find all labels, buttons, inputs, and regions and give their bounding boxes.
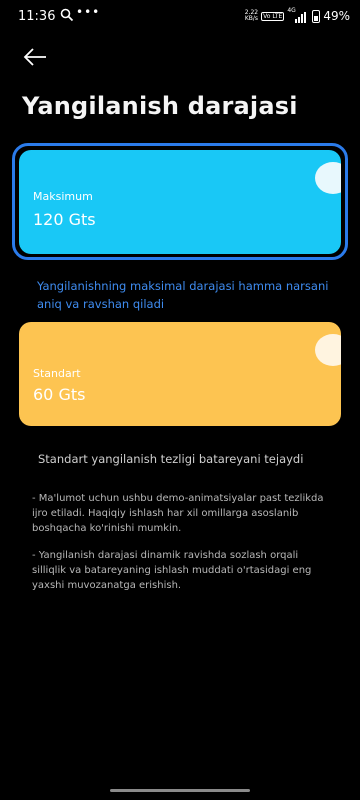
battery-icon [312,9,321,23]
option-description-standart: Standart yangilanish tezligi batareyani … [38,452,304,466]
info-note: - Yangilanish darajasi dinamik ravishda … [32,550,312,591]
volte-badge: Vo LTE [261,11,285,21]
page-title: Yangilanish darajasi [22,92,298,120]
back-arrow-icon[interactable] [22,46,48,68]
info-note: - Ma'lumot uchun ushbu demo-animatsiyala… [32,493,324,534]
signal-bars-icon [295,12,307,23]
network-speed-unit: KB/s [244,15,259,22]
signal-icon: 4G [287,7,309,23]
home-indicator[interactable] [110,789,250,792]
network-speed: 2.22 KB/s [245,10,258,22]
option-label: Standart [33,367,81,380]
status-time: 11:36 [18,9,56,24]
option-card-standart[interactable]: Standart 60 Gts [19,322,341,426]
more-notifications-icon: ••• [76,5,101,19]
status-icons: 2.22 KB/s Vo LTE 4G 49% [245,7,350,24]
option-label: Maksimum [33,190,93,203]
option-value: 120 Gts [33,210,96,229]
battery-percent: 49% [323,9,350,23]
card-knob-icon [315,334,341,366]
search-icon [60,8,74,22]
option-card-maksimum[interactable]: Maksimum 120 Gts [19,150,341,254]
option-description-maksimum: Yangilanishning maksimal darajasi hamma … [37,279,329,311]
refresh-rate-screen: 11:36 ••• 2.22 KB/s Vo LTE 4G 49% Yangil… [0,0,360,800]
card-knob-icon [315,162,341,194]
status-bar: 11:36 ••• 2.22 KB/s Vo LTE 4G 49% [0,0,360,36]
option-value: 60 Gts [33,385,86,404]
